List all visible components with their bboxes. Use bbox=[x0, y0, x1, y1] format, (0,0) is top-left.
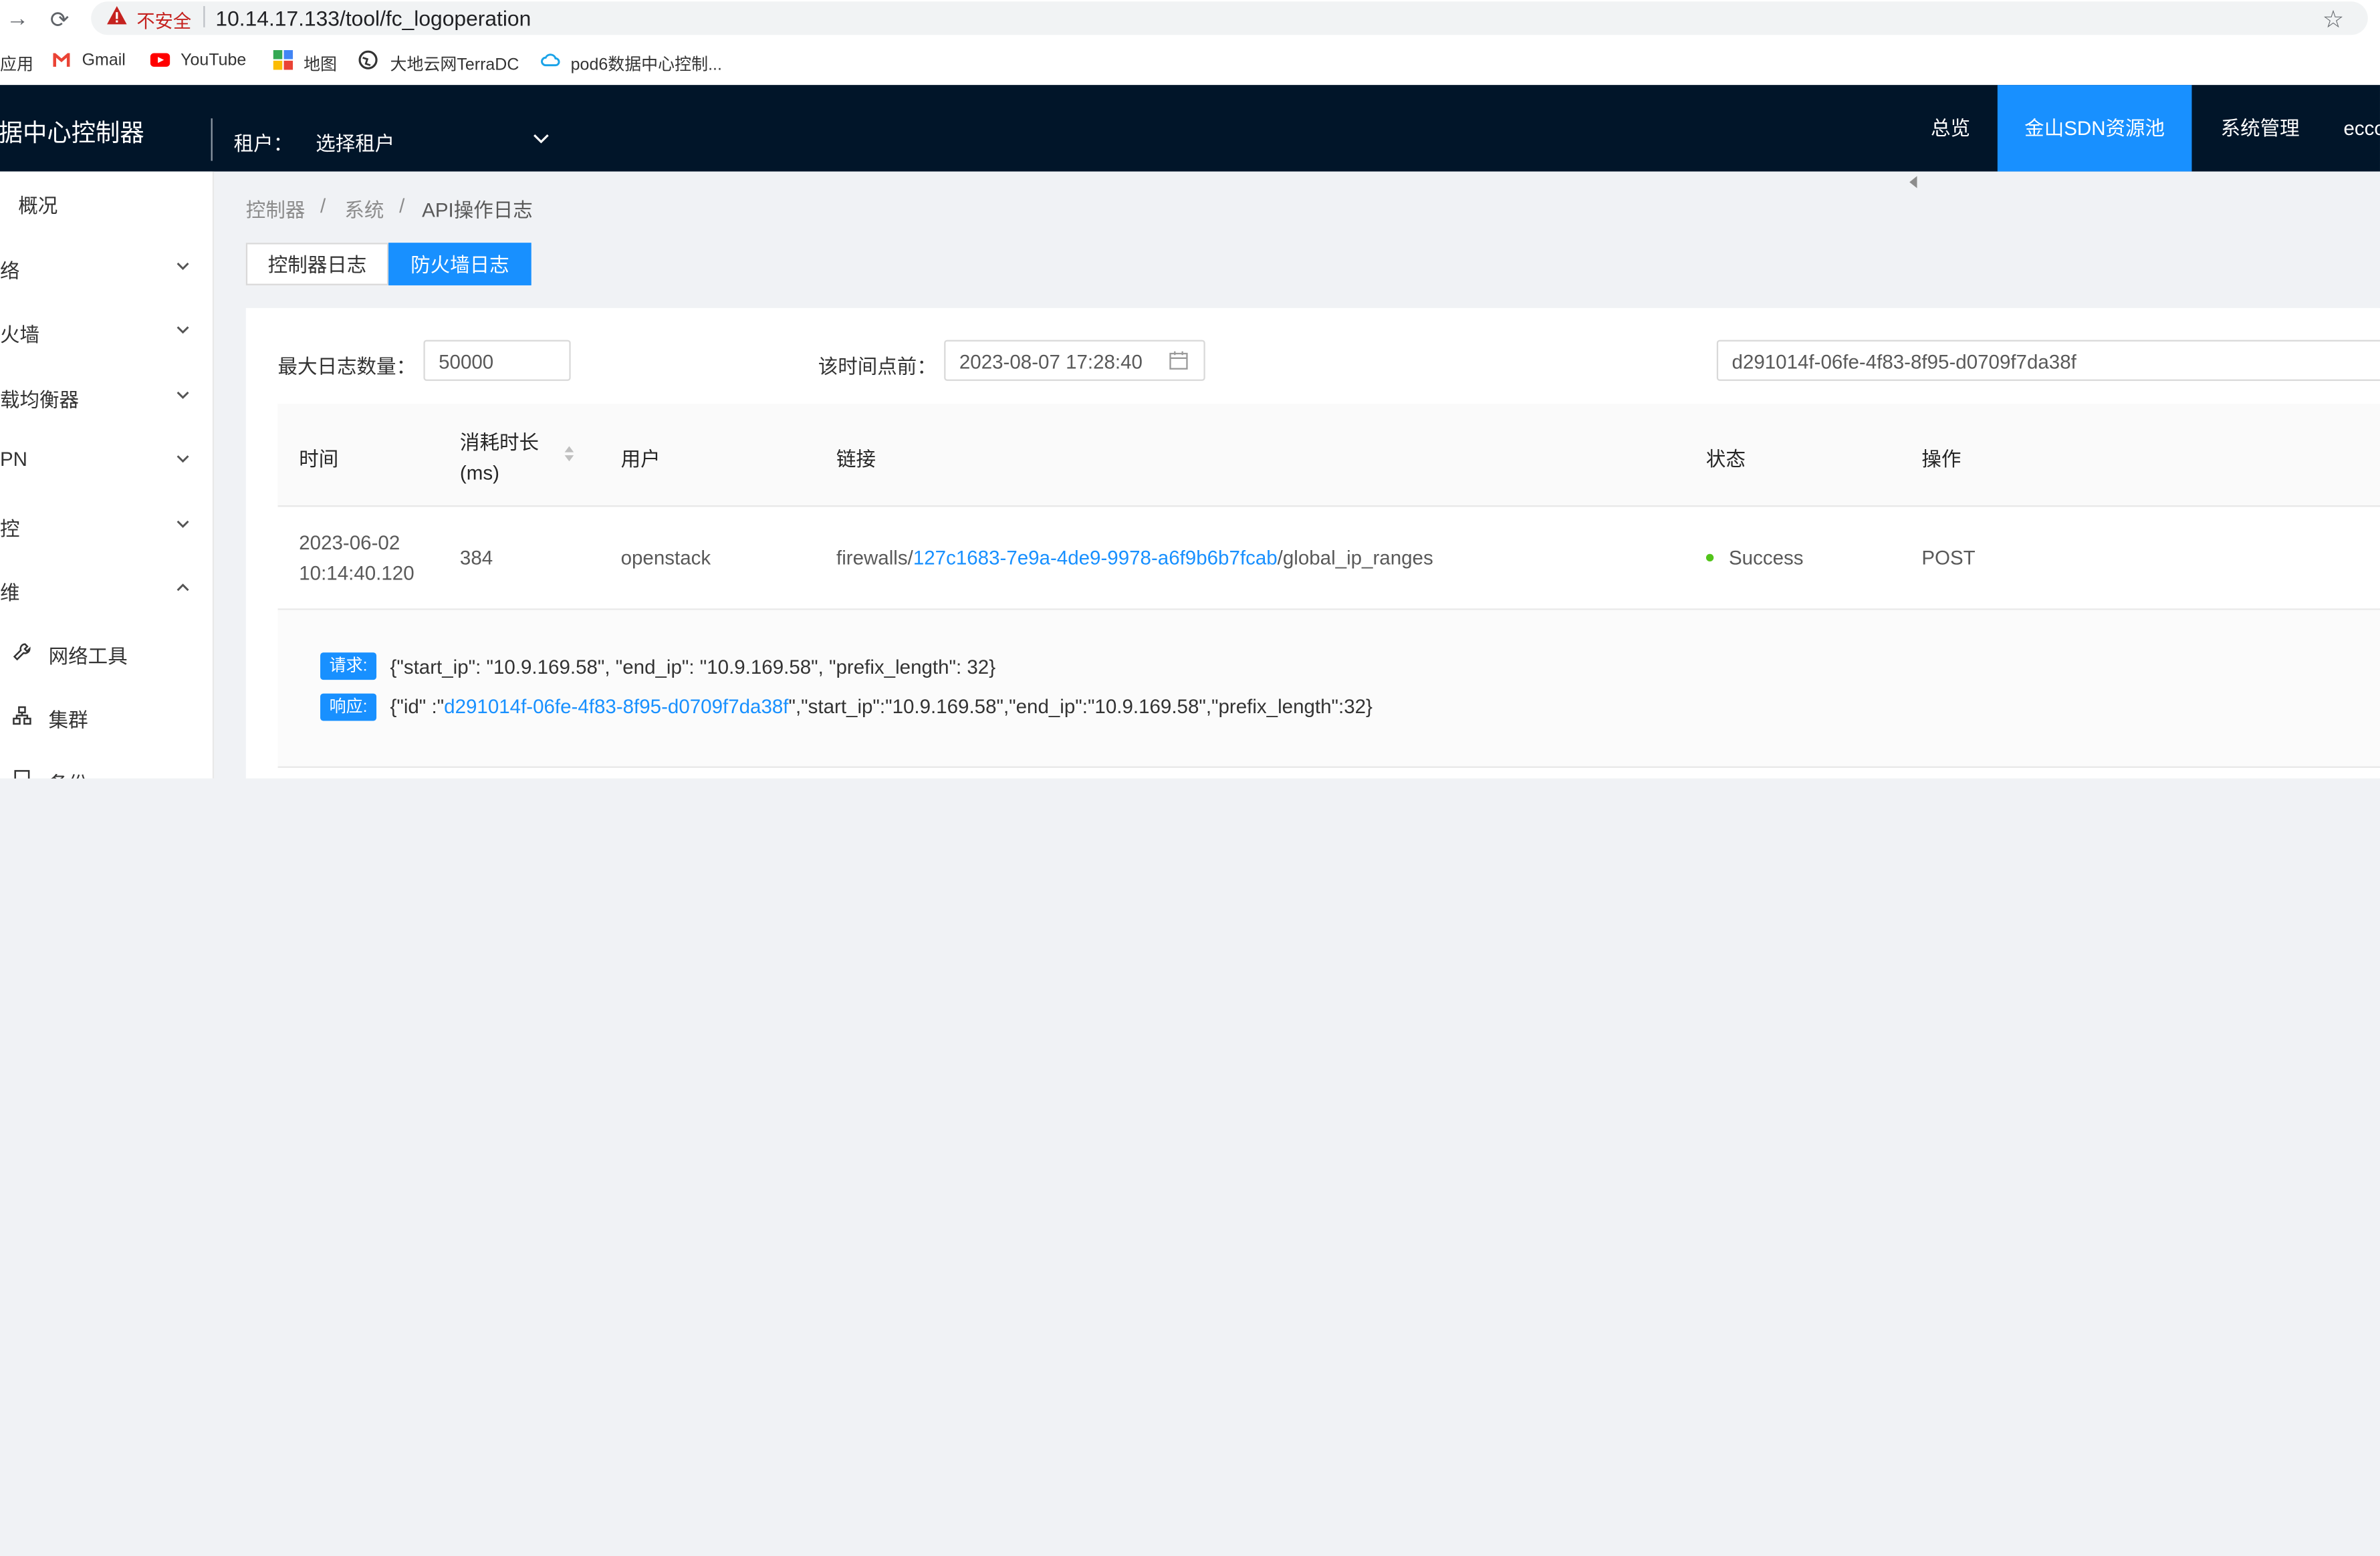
chevron-down-icon[interactable] bbox=[176, 519, 189, 529]
breadcrumb-controller[interactable]: 控制器 bbox=[246, 194, 306, 223]
browser-address-bar: → ⟳ 不安全 10.14.17.133/tool/fc_logoperatio… bbox=[0, 0, 2380, 40]
row-link: firewalls/127c1683-7e9a-4de9-9978-a6f9b6… bbox=[836, 546, 1433, 569]
bookmark-terradc[interactable]: 大地云网TerraDC bbox=[390, 51, 519, 76]
maps-icon bbox=[273, 49, 293, 70]
bookmark-gmail[interactable]: Gmail bbox=[82, 51, 126, 70]
cloud-icon bbox=[541, 53, 560, 67]
max-log-input[interactable]: 50000 bbox=[423, 340, 571, 381]
forward-icon[interactable]: → bbox=[6, 6, 29, 32]
chevron-up-icon[interactable] bbox=[176, 583, 189, 594]
bookmark-youtube[interactable]: YouTube bbox=[181, 51, 246, 70]
time-before-label: 该时间点前： bbox=[818, 355, 937, 378]
calendar-icon[interactable] bbox=[1169, 350, 1189, 370]
response-id-link[interactable]: d291014f-06fe-4f83-8f95-d0709f7da38f bbox=[444, 695, 788, 718]
wrench-icon bbox=[13, 643, 31, 661]
col-action: 操作 bbox=[1921, 447, 1961, 471]
col-user: 用户 bbox=[620, 447, 661, 471]
bookmark-maps[interactable]: 地图 bbox=[304, 51, 337, 76]
request-body: {"start_ip": "10.9.169.58", "end_ip": "1… bbox=[390, 655, 996, 678]
nav-system-management[interactable]: 系统管理 bbox=[2221, 85, 2300, 171]
sidebar-item-firewall[interactable]: 火墙 bbox=[0, 319, 39, 349]
response-prefix: {"id" :" bbox=[390, 694, 445, 718]
max-log-label: 最大日志数量： bbox=[277, 355, 416, 378]
header-divider bbox=[211, 118, 213, 161]
chevron-down-icon[interactable] bbox=[533, 132, 550, 146]
response-suffix: ","start_ip":"10.9.169.58","end_ip":"10.… bbox=[788, 694, 1373, 718]
sidebar-item-network[interactable]: 络 bbox=[0, 255, 20, 285]
link-prefix: firewalls/ bbox=[836, 546, 913, 569]
backup-icon bbox=[14, 770, 30, 779]
table-header bbox=[277, 403, 2380, 507]
chevron-down-icon[interactable] bbox=[176, 390, 189, 400]
breadcrumb-separator: / bbox=[399, 194, 405, 217]
sort-icon[interactable] bbox=[563, 443, 575, 465]
sidebar-item-overview[interactable]: 概况 bbox=[18, 190, 57, 220]
row-user: openstack bbox=[620, 546, 711, 569]
sidebar-subitem-cluster[interactable]: 集群 bbox=[49, 704, 88, 734]
chevron-down-icon[interactable] bbox=[176, 261, 189, 272]
response-body: {"id" :"d291014f-06fe-4f83-8f95-d0709f7d… bbox=[390, 695, 1372, 718]
breadcrumb-current: API操作日志 bbox=[422, 199, 533, 222]
bookmark-apps[interactable]: 应用 bbox=[0, 51, 33, 76]
col-status: 状态 bbox=[1705, 447, 1746, 471]
tab-firewall-log[interactable]: 防火墙日志 bbox=[388, 243, 531, 285]
sidebar-subitem-backup[interactable]: 备份 bbox=[49, 768, 88, 779]
search-input[interactable]: d291014f-06fe-4f83-8f95-d0709f7da38f bbox=[1716, 340, 2380, 381]
response-tag: 响应: bbox=[320, 693, 377, 721]
sidebar-subitem-network-tools[interactable]: 网络工具 bbox=[49, 640, 128, 670]
youtube-icon bbox=[150, 53, 170, 67]
bookmarks-bar: 应用 Gmail YouTube 地图 大地云网TerraDC pod6数据中心… bbox=[0, 39, 2380, 87]
insecure-label: 不安全 bbox=[136, 10, 192, 32]
breadcrumb-system[interactable]: 系统 bbox=[344, 194, 384, 223]
sidebar-item-vpn[interactable]: PN bbox=[0, 448, 27, 478]
chevron-down-icon[interactable] bbox=[176, 454, 189, 465]
cluster-icon bbox=[13, 706, 31, 725]
nav-user[interactable]: ecco bbox=[2343, 85, 2379, 171]
firewall-id-link[interactable]: 127c1683-7e9a-4de9-9978-a6f9b6b7fcab bbox=[913, 546, 1278, 569]
url-text[interactable]: 10.14.17.133/tool/fc_logoperation bbox=[215, 6, 531, 30]
request-tag: 请求: bbox=[320, 652, 377, 680]
row-status: Success bbox=[1728, 546, 1804, 569]
row-time-clock: 10:14:40.120 bbox=[299, 561, 414, 585]
collapse-arrow-icon[interactable] bbox=[1909, 176, 1919, 188]
row-time-date: 2023-06-02 bbox=[299, 531, 400, 554]
col-time: 时间 bbox=[299, 447, 339, 471]
reload-icon[interactable]: ⟳ bbox=[50, 6, 70, 33]
globe-icon bbox=[358, 50, 378, 70]
tenant-label: 租户： bbox=[233, 132, 293, 155]
bookmark-star-icon[interactable]: ☆ bbox=[2323, 5, 2345, 35]
row-duration: 384 bbox=[459, 546, 493, 569]
url-separator bbox=[203, 6, 205, 27]
breadcrumb-separator: / bbox=[320, 194, 326, 217]
warning-icon bbox=[107, 6, 127, 25]
gmail-icon bbox=[53, 53, 70, 67]
sidebar-item-monitor[interactable]: 控 bbox=[0, 513, 20, 543]
nav-sdn-pool[interactable]: 金山SDN资源池 bbox=[1997, 85, 2192, 172]
col-duration[interactable]: 消耗时长 (ms) bbox=[460, 428, 539, 489]
sidebar-item-ops[interactable]: 维 bbox=[0, 577, 20, 607]
time-picker[interactable]: 2023-08-07 17:28:40 bbox=[944, 340, 1205, 381]
tab-controller-log[interactable]: 控制器日志 bbox=[245, 243, 389, 285]
row-method: POST bbox=[1921, 546, 1976, 569]
col-link: 链接 bbox=[836, 447, 876, 471]
sidebar-item-load-balancer[interactable]: 载均衡器 bbox=[0, 384, 79, 414]
bookmark-pod6[interactable]: pod6数据中心控制... bbox=[571, 51, 722, 76]
tenant-select[interactable]: 选择租户 bbox=[316, 128, 394, 156]
nav-overview[interactable]: 总览 bbox=[1931, 85, 1970, 171]
chevron-down-icon[interactable] bbox=[176, 325, 189, 336]
app-title: 数据中心控制器 bbox=[0, 121, 144, 148]
status-dot bbox=[1705, 553, 1714, 562]
link-suffix: /global_ip_ranges bbox=[1277, 546, 1433, 569]
row-expanded-detail bbox=[277, 610, 2380, 768]
